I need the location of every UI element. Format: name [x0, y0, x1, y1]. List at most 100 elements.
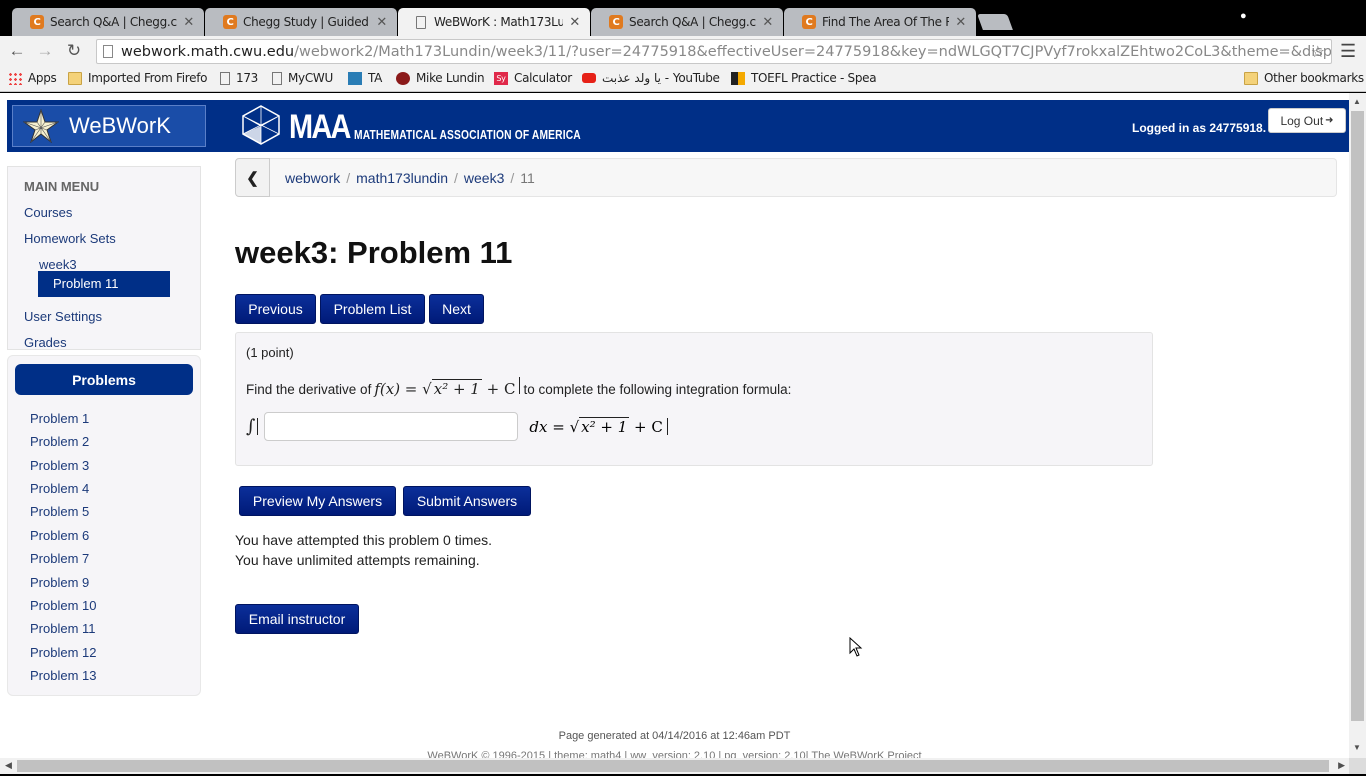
sidebar-item-current-problem[interactable]: Problem 11: [38, 271, 170, 297]
sidebar-item-week3[interactable]: week3: [39, 257, 77, 272]
problem-outro-text: to complete the following integration fo…: [523, 382, 792, 397]
problem-link[interactable]: Problem 5: [30, 504, 89, 519]
new-tab-button[interactable]: [977, 14, 1013, 30]
symbolab-icon: Sy: [494, 71, 508, 85]
close-tab-icon[interactable]: ✕: [569, 15, 580, 30]
folder-icon: [68, 71, 82, 85]
tab-title: Chegg Study | Guided Sol: [243, 15, 370, 29]
breadcrumb-link[interactable]: math173lundin: [356, 170, 448, 186]
logout-button[interactable]: Log Out ➜: [1268, 108, 1346, 133]
profile-icon[interactable]: ●: [1240, 10, 1247, 22]
main-menu: MAIN MENU Courses Homework Sets week3 Pr…: [7, 166, 201, 350]
close-tab-icon[interactable]: ✕: [183, 15, 194, 30]
forward-arrow-icon[interactable]: →: [34, 40, 56, 62]
browser-tab[interactable]: C Search Q&A | Chegg.com ✕: [591, 8, 783, 36]
page-generated-footer: Page generated at 04/14/2016 at 12:46am …: [558, 730, 791, 742]
problem-link[interactable]: Problem 2: [30, 434, 89, 449]
address-bar[interactable]: webwork.math.cwu.edu/webwork2/Math173Lun…: [96, 39, 1332, 64]
bookmark-label: يا ولد عذبت - YouTube: [602, 71, 720, 85]
sidebar-item-homework-sets[interactable]: Homework Sets: [24, 231, 116, 246]
problem-link[interactable]: Problem 3: [30, 458, 89, 473]
sidebar-item-user-settings[interactable]: User Settings: [24, 309, 102, 324]
attempts-status: You have attempted this problem 0 times.: [235, 532, 493, 548]
problem-link[interactable]: Problem 13: [30, 668, 96, 683]
reload-icon[interactable]: ↻: [63, 40, 85, 62]
vertical-scrollbar[interactable]: ▲ ▼: [1349, 93, 1366, 758]
maa-logo[interactable]: MAA MATHEMATICAL ASSOCIATION OF AMERICA: [239, 104, 631, 146]
bookmark-apps[interactable]: Apps: [8, 71, 57, 85]
folder-icon: [1244, 71, 1258, 85]
answer-input[interactable]: [264, 412, 519, 441]
chevron-left-icon: ❮: [246, 169, 259, 187]
close-tab-icon[interactable]: ✕: [762, 15, 773, 30]
mouse-cursor-icon: [849, 637, 863, 657]
webwork-star-icon: [23, 109, 59, 143]
close-tab-icon[interactable]: ✕: [376, 15, 387, 30]
previous-button[interactable]: Previous: [235, 294, 316, 324]
horizontal-scroll-thumb[interactable]: [17, 760, 1329, 772]
bookmark-toefl[interactable]: TOEFL Practice - Spea: [731, 71, 877, 85]
apps-icon: [8, 71, 22, 85]
bookmark-label: Calculator: [514, 71, 572, 85]
problem-link[interactable]: Problem 10: [30, 598, 96, 613]
chrome-menu-icon[interactable]: ☰: [1340, 41, 1356, 62]
bookmark-youtube[interactable]: يا ولد عذبت - YouTube: [582, 71, 720, 85]
other-bookmarks[interactable]: Other bookmarks: [1244, 71, 1364, 85]
bookmark-mike-lundin[interactable]: Mike Lundin: [396, 71, 485, 85]
problem-link[interactable]: Problem 6: [30, 528, 89, 543]
bookmark-173[interactable]: 173: [220, 71, 258, 85]
bookmark-label: Apps: [28, 71, 57, 85]
bookmark-star-icon[interactable]: ☆: [1311, 42, 1325, 61]
chegg-icon: C: [223, 15, 237, 29]
preview-answers-button[interactable]: Preview My Answers: [239, 486, 396, 516]
tab-title: WeBWorK : Math173Lund: [434, 15, 564, 29]
browser-tab[interactable]: C Search Q&A | Chegg.com ✕: [12, 8, 204, 36]
webwork-logo[interactable]: WeBWorK: [12, 105, 206, 147]
scroll-down-icon[interactable]: ▼: [1353, 743, 1361, 752]
problem-link[interactable]: Problem 9: [30, 575, 89, 590]
problem-intro-text: Find the derivative of: [246, 382, 372, 397]
bookmark-calculator[interactable]: Sy Calculator: [494, 71, 572, 85]
breadcrumb-link[interactable]: week3: [464, 170, 504, 186]
credits-footer: WeBWorK © 1996-2015 | theme: math4 | ww_…: [427, 750, 922, 758]
bookmark-label: TA: [368, 71, 383, 85]
back-button[interactable]: ❮: [235, 158, 270, 197]
bookmark-mycwu[interactable]: MyCWU: [272, 71, 333, 85]
email-instructor-button[interactable]: Email instructor: [235, 604, 359, 634]
toefl-icon: [731, 71, 745, 85]
vertical-scroll-thumb[interactable]: [1351, 111, 1364, 721]
problem-link[interactable]: Problem 1: [30, 411, 89, 426]
chegg-icon: C: [609, 15, 623, 29]
sidebar-item-courses[interactable]: Courses: [24, 205, 72, 220]
page-icon: [220, 71, 230, 85]
breadcrumb-link[interactable]: webwork: [285, 170, 340, 186]
rhs-constant: + C: [634, 417, 663, 436]
webwork-logo-text: WeBWorK: [69, 113, 171, 138]
horizontal-scrollbar[interactable]: ◀ ▶: [0, 758, 1349, 774]
problem-link[interactable]: Problem 12: [30, 645, 96, 660]
browser-tab[interactable]: C Find The Area Of The Reg ✕: [784, 8, 976, 36]
scroll-left-icon[interactable]: ◀: [5, 760, 12, 771]
submit-answers-button[interactable]: Submit Answers: [403, 486, 531, 516]
next-button[interactable]: Next: [429, 294, 484, 324]
scroll-up-icon[interactable]: ▲: [1353, 97, 1361, 106]
back-arrow-icon[interactable]: ←: [6, 40, 28, 62]
text-caret: [519, 377, 521, 394]
problem-link[interactable]: Problem 11: [30, 621, 96, 636]
bookmark-ta[interactable]: TA: [348, 71, 382, 85]
problem-body: (1 point) Find the derivative of f(x) = …: [235, 332, 1153, 466]
problem-link[interactable]: Problem 4: [30, 481, 89, 496]
bookmark-folder[interactable]: Imported From Firefo: [68, 71, 207, 85]
problem-list-button[interactable]: Problem List: [320, 294, 425, 324]
sign-out-icon: ➜: [1325, 115, 1334, 126]
bookmark-label: Other bookmarks: [1264, 71, 1364, 85]
close-tab-icon[interactable]: ✕: [955, 15, 966, 30]
scroll-right-icon[interactable]: ▶: [1338, 760, 1345, 771]
page-viewport: WeBWorK MAA MATHEMATICAL ASSOCIATION OF …: [0, 93, 1349, 758]
browser-tab[interactable]: C Chegg Study | Guided Sol ✕: [205, 8, 397, 36]
logged-in-status: Logged in as 24775918.: [1132, 121, 1267, 135]
sidebar-item-grades[interactable]: Grades: [24, 335, 67, 350]
browser-tab-active[interactable]: WeBWorK : Math173Lund ✕: [398, 8, 590, 36]
text-caret: [257, 418, 259, 435]
problem-link[interactable]: Problem 7: [30, 551, 89, 566]
